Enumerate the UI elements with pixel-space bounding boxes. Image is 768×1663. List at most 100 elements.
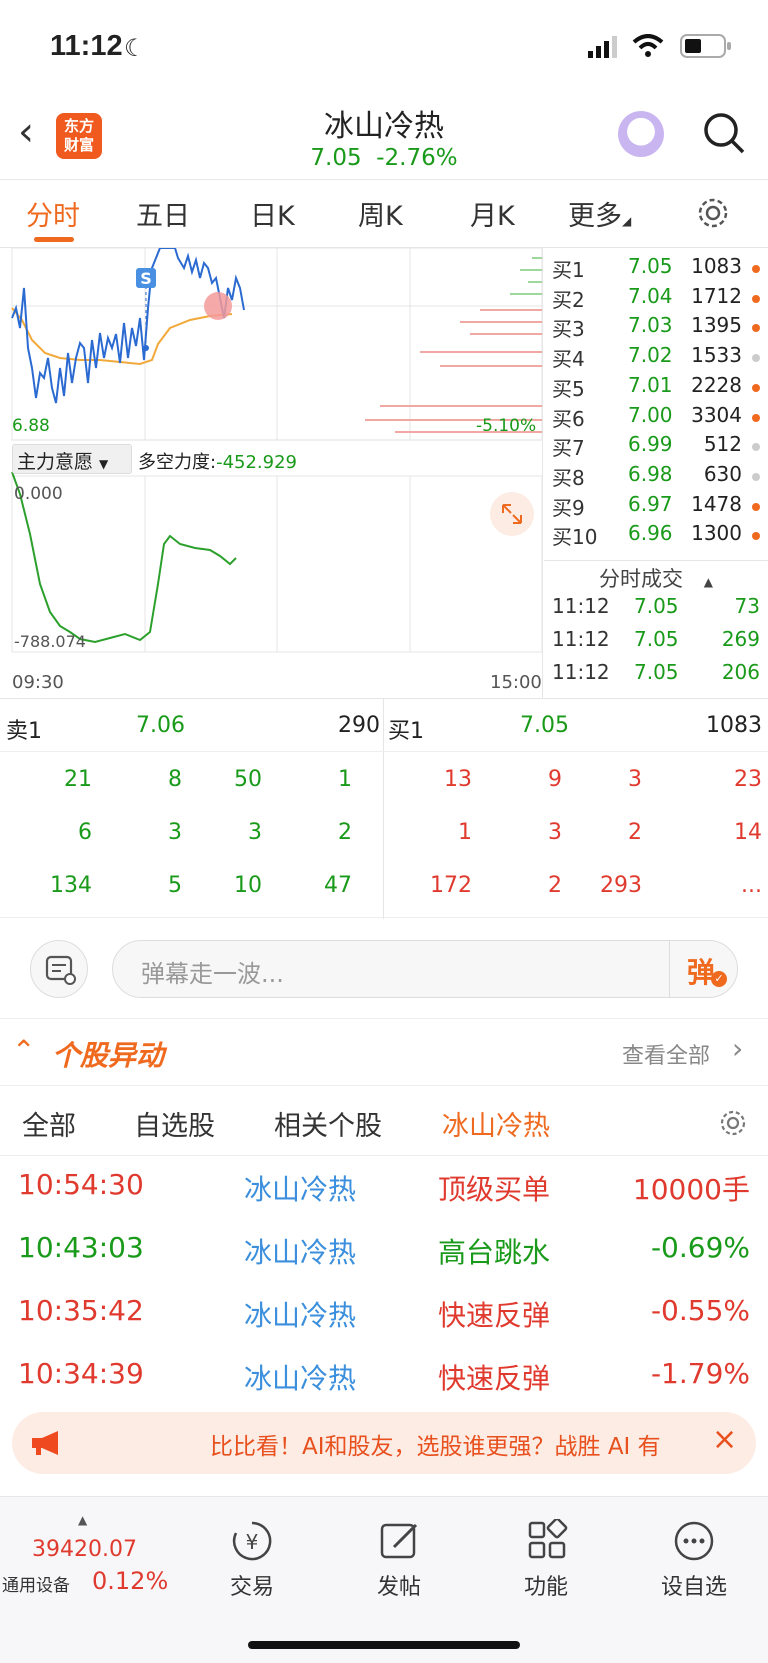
ob-dot: [752, 354, 760, 363]
functions-grid-icon[interactable]: [526, 1519, 570, 1563]
sell-queue-cell: 134: [50, 873, 92, 898]
tab-five-day[interactable]: 五日: [136, 194, 190, 233]
chevron-right-icon[interactable]: ›: [732, 1032, 743, 1065]
buy1-label: 买1: [388, 719, 424, 744]
move-stock-link[interactable]: 冰山冷热: [244, 1168, 356, 1208]
filter-settings-icon[interactable]: [718, 1108, 748, 1138]
sell-queue-cell: 10: [234, 873, 262, 898]
filter-related[interactable]: 相关个股: [274, 1104, 382, 1143]
tab-weekly[interactable]: 周K: [358, 194, 403, 233]
move-stock-link[interactable]: 冰山冷热: [244, 1357, 356, 1397]
time-end-label: 15:00: [490, 672, 542, 693]
signal-icon: [588, 36, 617, 58]
filter-all[interactable]: 全部: [22, 1104, 76, 1143]
nav-functions[interactable]: 功能: [496, 1569, 596, 1601]
tab-intraday[interactable]: 分时: [26, 194, 80, 233]
ob-label: 买9: [552, 495, 585, 520]
buy-queue-cell: 13: [444, 767, 472, 792]
ob-price: 6.96: [628, 521, 673, 546]
banner-close-icon[interactable]: ×: [712, 1422, 737, 1457]
ob-dot: [752, 413, 760, 422]
intraday-chart[interactable]: S 6.88 -5.10% 主力意愿 ▼ 多空力度:-452.929 0.000 …: [0, 247, 545, 698]
nav-add-watchlist[interactable]: 设自选: [644, 1569, 744, 1601]
promo-banner[interactable]: 比比看！AI和股友，选股谁更强？战胜 AI 有 ×: [12, 1412, 756, 1474]
filter-watchlist[interactable]: 自选股: [134, 1104, 215, 1143]
ob-volume: 512: [703, 432, 742, 457]
depth-bars: [365, 257, 542, 433]
nav-post[interactable]: 发帖: [349, 1569, 449, 1601]
sell-queue-cell: 5: [168, 873, 182, 898]
ob-label: 买6: [552, 406, 585, 431]
chat-list-button[interactable]: [30, 940, 88, 998]
ob-volume: 1300: [691, 521, 742, 546]
chart-tabs: 分时 五日 日K 周K 月K 更多◢: [0, 180, 768, 248]
ob-dot: [752, 383, 760, 392]
tab-monthly[interactable]: 月K: [470, 194, 515, 233]
order-book-row: 买5 7.01 2228: [550, 373, 768, 404]
search-icon[interactable]: [702, 111, 746, 155]
add-watchlist-icon[interactable]: [672, 1519, 716, 1563]
ob-volume: 1395: [691, 313, 742, 338]
sell-marker: S: [140, 269, 152, 288]
buy-queue-cell: 3: [628, 767, 642, 792]
check-badge-icon: ✓: [711, 971, 727, 987]
robot-avatar-icon[interactable]: [618, 111, 664, 157]
view-all-link[interactable]: 查看全部: [622, 1038, 710, 1070]
ob-volume: 1478: [691, 491, 742, 516]
collapse-chevron-icon[interactable]: ⌃: [12, 1034, 35, 1067]
stock-header: ‹ 东方 财富 冰山冷热 7.05 -2.76%: [0, 95, 768, 180]
sell-queue-cell: 50: [234, 767, 262, 792]
sell-queue-cell: 2: [338, 820, 352, 845]
buy-queue-cell: 14: [734, 820, 762, 845]
ob-label: 买8: [552, 465, 585, 490]
sell-queue-cell: 3: [248, 820, 262, 845]
compose-post-icon[interactable]: [378, 1519, 422, 1563]
ob-label: 买7: [552, 436, 585, 461]
tab-more[interactable]: 更多◢: [568, 194, 631, 233]
nav-trade[interactable]: 交易: [202, 1569, 302, 1601]
ob-volume: 1533: [691, 343, 742, 368]
ob-label: 买5: [552, 376, 585, 401]
order-book-row: 买9 6.97 1478: [550, 492, 768, 523]
sub-bottom-label: -788.074: [14, 632, 86, 651]
trade-time: 11:12: [552, 660, 610, 684]
move-event: 顶级买单: [438, 1173, 551, 1206]
trade-yen-icon[interactable]: ¥: [230, 1519, 274, 1563]
moves-filters: 全部 自选股 相关个股 冰山冷热: [0, 1086, 768, 1156]
ob-label: 买2: [552, 287, 585, 312]
buy-queue-cell: 23: [734, 767, 762, 792]
order-book-row: 买1 7.05 1083: [550, 254, 768, 285]
buy1-price: 7.05: [520, 713, 569, 738]
danmu-input[interactable]: 弹幕走一波... 弹 ✓: [112, 940, 738, 998]
settings-gear-icon[interactable]: [696, 196, 730, 230]
moves-header[interactable]: ⌃ 个股异动 查看全部 ›: [0, 1020, 768, 1086]
danmu-send-button[interactable]: 弹: [687, 951, 715, 991]
trade-volume: 73: [734, 594, 760, 618]
sell-queue-cell: 3: [168, 820, 182, 845]
ob-dot: [752, 265, 760, 273]
triangle-up-icon: ▲: [78, 1513, 88, 1527]
sell-queue-cell: 47: [324, 873, 352, 898]
sector-index[interactable]: ▲ 39420.07 通用设备 0.12%: [0, 1513, 170, 1603]
tab-daily[interactable]: 日K: [250, 194, 295, 233]
order-book-row: 买6 7.00 3304: [550, 403, 768, 434]
status-bar: 11:12 ☾: [0, 0, 768, 95]
move-time: 10:54:30: [18, 1168, 144, 1201]
ob-price: 7.03: [628, 313, 673, 338]
order-book-row: 买3 7.03 1395: [550, 313, 768, 344]
move-stock-link[interactable]: 冰山冷热: [244, 1294, 356, 1334]
buy-queue-cell: 9: [548, 767, 562, 792]
move-value: -0.55%: [650, 1294, 750, 1327]
ob-price: 7.00: [628, 402, 673, 427]
move-time: 10:35:42: [18, 1294, 144, 1327]
filter-current-stock[interactable]: 冰山冷热: [442, 1104, 550, 1143]
sell1-vol: 290: [338, 713, 380, 738]
ob-volume: 3304: [691, 402, 742, 427]
move-stock-link[interactable]: 冰山冷热: [244, 1231, 356, 1271]
indicator-selector[interactable]: 主力意愿 ▼: [12, 444, 132, 474]
ob-volume: 1083: [691, 254, 742, 278]
indicator-label: 多空力度:-452.929: [138, 452, 298, 473]
order-book-row: 买7 6.99 512: [550, 432, 768, 463]
trade-volume: 206: [721, 660, 760, 684]
trades-header[interactable]: 分时成交 ▲: [544, 560, 768, 591]
